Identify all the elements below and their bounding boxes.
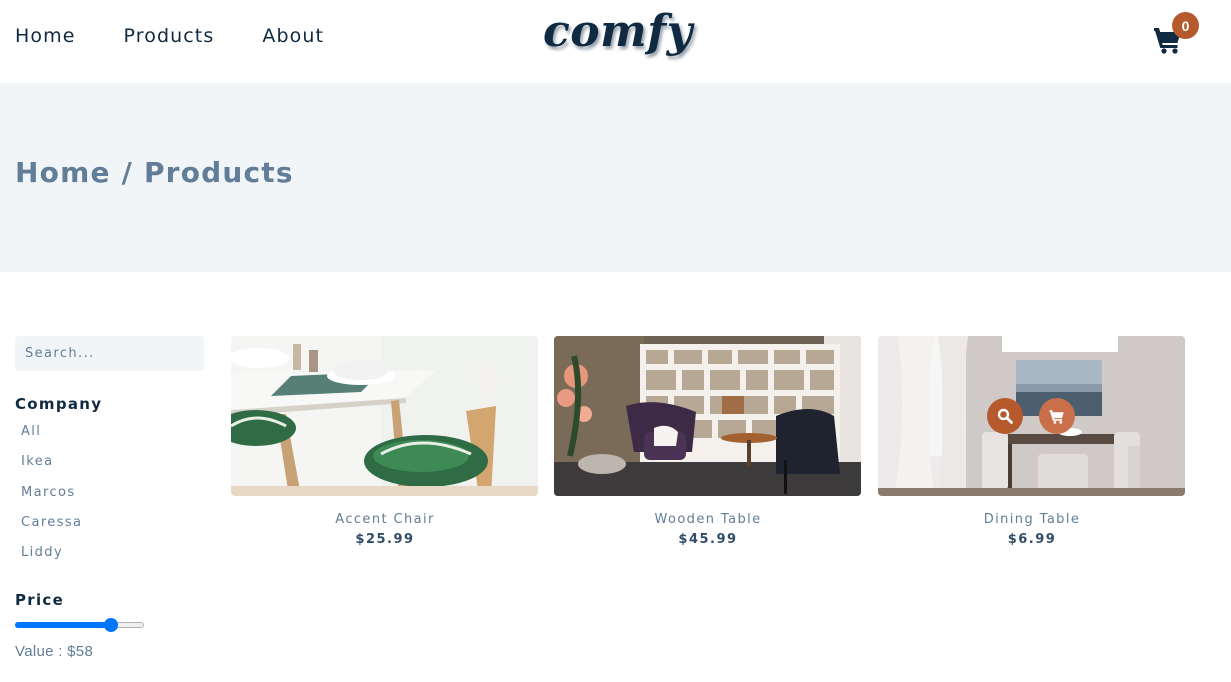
product-name: Wooden Table	[654, 512, 762, 527]
product-card: Accent Chair $25.99	[231, 336, 539, 547]
search-input[interactable]	[15, 336, 204, 371]
product-price: $6.99	[1007, 532, 1057, 547]
price-slider[interactable]	[15, 616, 144, 634]
product-name: Dining Table	[983, 512, 1081, 527]
nav-link-home[interactable]: Home	[15, 25, 76, 47]
product-card: Wooden Table $45.99	[554, 336, 862, 547]
product-photo-wooden-table	[554, 336, 861, 496]
product-actions	[987, 398, 1091, 434]
slider-fill	[15, 622, 111, 628]
cart-button[interactable]: 0	[1153, 12, 1199, 58]
add-to-cart-button[interactable]	[1039, 398, 1075, 434]
cart-count-badge: 0	[1172, 12, 1199, 39]
nav-link-about[interactable]: About	[262, 25, 324, 47]
company-item-liddy[interactable]: Liddy	[21, 545, 82, 575]
nav-links: Home Products About	[15, 25, 372, 47]
product-name: Accent Chair	[335, 512, 435, 527]
page-title: Home / Products	[15, 156, 294, 189]
price-value: Value : $58	[15, 643, 94, 660]
company-item-marcos[interactable]: Marcos	[21, 485, 82, 515]
filters-sidebar: Company All Ikea Marcos Caressa Liddy Pr…	[15, 336, 205, 660]
cart-icon	[1049, 409, 1064, 424]
hero-banner: Home / Products	[0, 83, 1231, 272]
price-heading: Price	[15, 591, 65, 609]
company-heading: Company	[15, 395, 103, 413]
navbar: Home Products About comfy 0	[0, 0, 1231, 83]
slider-thumb[interactable]	[103, 618, 118, 632]
nav-link-products[interactable]: Products	[124, 25, 215, 47]
product-image[interactable]	[878, 336, 1185, 496]
product-image[interactable]	[554, 336, 861, 496]
product-image[interactable]	[231, 336, 538, 496]
company-item-caressa[interactable]: Caressa	[21, 515, 82, 545]
search-icon	[997, 408, 1013, 424]
view-product-button[interactable]	[987, 398, 1023, 434]
product-photo-accent-chair	[231, 336, 538, 496]
product-price: $45.99	[678, 532, 738, 547]
company-item-ikea[interactable]: Ikea	[21, 454, 82, 484]
product-price: $25.99	[355, 532, 415, 547]
company-item-all[interactable]: All	[21, 424, 82, 454]
product-card: Dining Table $6.99	[878, 336, 1186, 547]
logo[interactable]: comfy	[543, 6, 693, 57]
company-list: All Ikea Marcos Caressa Liddy	[21, 424, 82, 575]
